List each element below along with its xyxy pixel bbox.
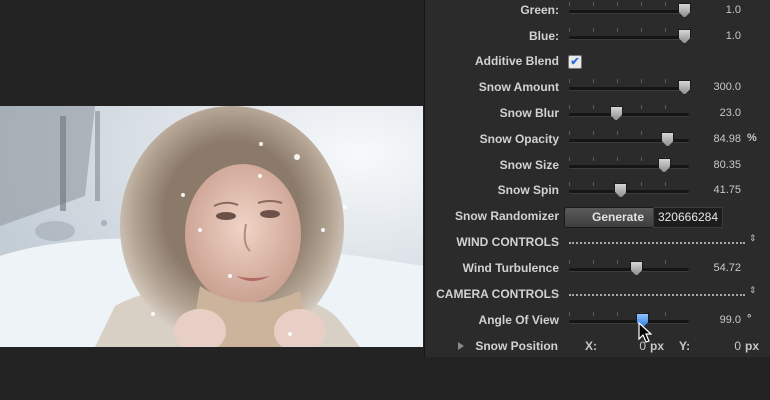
- group-wind-controls[interactable]: WIND CONTROLS ⇕: [425, 230, 770, 256]
- group-divider: [569, 294, 745, 296]
- video-viewer: [0, 0, 424, 400]
- param-label: Angle Of View: [478, 313, 559, 327]
- snow-amount-slider[interactable]: [569, 75, 691, 101]
- y-label: Y:: [679, 339, 691, 353]
- snow-size-slider[interactable]: [569, 153, 689, 179]
- x-unit: px: [650, 339, 665, 353]
- param-snow-size: Snow Size 80.35: [425, 153, 770, 179]
- param-snow-spin: Snow Spin 41.75: [425, 178, 770, 204]
- param-value[interactable]: 54.72: [695, 262, 741, 274]
- snow-portrait-image: [0, 106, 423, 347]
- param-label: Snow Position: [475, 339, 558, 353]
- param-snow-amount: Snow Amount 300.0: [425, 75, 770, 101]
- param-value[interactable]: 41.75: [695, 184, 741, 196]
- green-slider[interactable]: [569, 0, 691, 24]
- seed-field[interactable]: 320666284: [653, 207, 723, 228]
- slider-knob[interactable]: [657, 158, 671, 173]
- param-additive-blend: Additive Blend ✔: [425, 49, 770, 75]
- param-value[interactable]: 1.0: [695, 30, 741, 42]
- group-label: CAMERA CONTROLS: [436, 287, 559, 301]
- param-green: Green: 1.0: [425, 0, 770, 24]
- mouse-pointer-icon: [638, 322, 652, 343]
- group-camera-controls[interactable]: CAMERA CONTROLS ⇕: [425, 282, 770, 308]
- param-snow-randomizer: Snow Randomizer Generate 320666284: [425, 204, 770, 230]
- param-label: Snow Blur: [499, 106, 559, 120]
- additive-blend-checkbox[interactable]: ✔: [568, 55, 582, 69]
- slider-ticks: [569, 260, 689, 264]
- slider-ticks: [569, 312, 689, 316]
- param-label: Additive Blend: [474, 54, 559, 68]
- slider-track: [569, 113, 689, 117]
- stepper-icon[interactable]: ⇕: [749, 286, 757, 295]
- angle-of-view-slider[interactable]: [569, 308, 689, 334]
- y-unit: px: [745, 339, 760, 353]
- slider-knob[interactable]: [614, 183, 628, 198]
- param-value[interactable]: 23.0: [695, 107, 741, 119]
- y-value[interactable]: 0: [701, 339, 741, 353]
- param-value[interactable]: 1.0: [695, 4, 741, 16]
- blue-slider[interactable]: [569, 24, 691, 50]
- snow-opacity-slider[interactable]: [569, 127, 689, 153]
- slider-track: [569, 165, 689, 169]
- param-label: Green:: [520, 3, 559, 17]
- param-blue: Blue: 1.0: [425, 24, 770, 50]
- preview-image: [0, 106, 423, 347]
- param-wind-turbulence: Wind Turbulence 54.72: [425, 256, 770, 282]
- inspector-footer: [424, 357, 770, 400]
- param-label: Snow Size: [499, 158, 559, 172]
- slider-knob[interactable]: [661, 132, 675, 147]
- slider-track: [569, 10, 689, 14]
- param-angle-of-view: Angle Of View 99.0 °: [425, 308, 770, 334]
- slider-track: [569, 36, 689, 40]
- param-label: Snow Randomizer: [454, 209, 559, 223]
- slider-ticks: [569, 105, 689, 109]
- param-label: Wind Turbulence: [462, 261, 559, 275]
- stepper-icon[interactable]: ⇕: [749, 234, 757, 243]
- param-value[interactable]: 80.35: [695, 159, 741, 171]
- snow-blur-slider[interactable]: [569, 101, 689, 127]
- percent-unit: %: [747, 132, 757, 144]
- x-label: X:: [585, 339, 597, 353]
- slider-ticks: [569, 28, 689, 32]
- param-snow-position: Snow Position X: 0 px Y: 0 px: [424, 334, 770, 360]
- param-label: Snow Opacity: [479, 132, 559, 146]
- param-value[interactable]: 300.0: [695, 81, 741, 93]
- slider-knob[interactable]: [609, 106, 623, 121]
- slider-track: [569, 190, 689, 194]
- slider-knob[interactable]: [678, 3, 691, 18]
- snow-spin-slider[interactable]: [569, 178, 689, 204]
- degree-unit: °: [747, 313, 752, 325]
- param-value[interactable]: 84.98: [695, 133, 741, 145]
- param-label: Blue:: [529, 29, 559, 43]
- slider-track: [569, 87, 689, 91]
- disclosure-triangle-icon[interactable]: [458, 342, 464, 350]
- slider-knob[interactable]: [630, 261, 643, 276]
- slider-knob[interactable]: [678, 80, 691, 95]
- group-label: WIND CONTROLS: [456, 235, 559, 249]
- param-snow-blur: Snow Blur 23.0: [425, 101, 770, 127]
- group-divider: [569, 242, 745, 244]
- param-snow-opacity: Snow Opacity 84.98 %: [425, 127, 770, 153]
- slider-track: [569, 320, 689, 324]
- slider-ticks: [569, 182, 689, 186]
- param-label: Snow Amount: [478, 80, 559, 94]
- slider-track: [569, 268, 689, 272]
- wind-turbulence-slider[interactable]: [569, 256, 689, 282]
- slider-knob[interactable]: [678, 29, 691, 44]
- param-label: Snow Spin: [497, 183, 559, 197]
- slider-ticks: [569, 157, 689, 161]
- slider-ticks: [569, 2, 689, 6]
- slider-ticks: [569, 79, 689, 83]
- param-value[interactable]: 99.0: [695, 314, 741, 326]
